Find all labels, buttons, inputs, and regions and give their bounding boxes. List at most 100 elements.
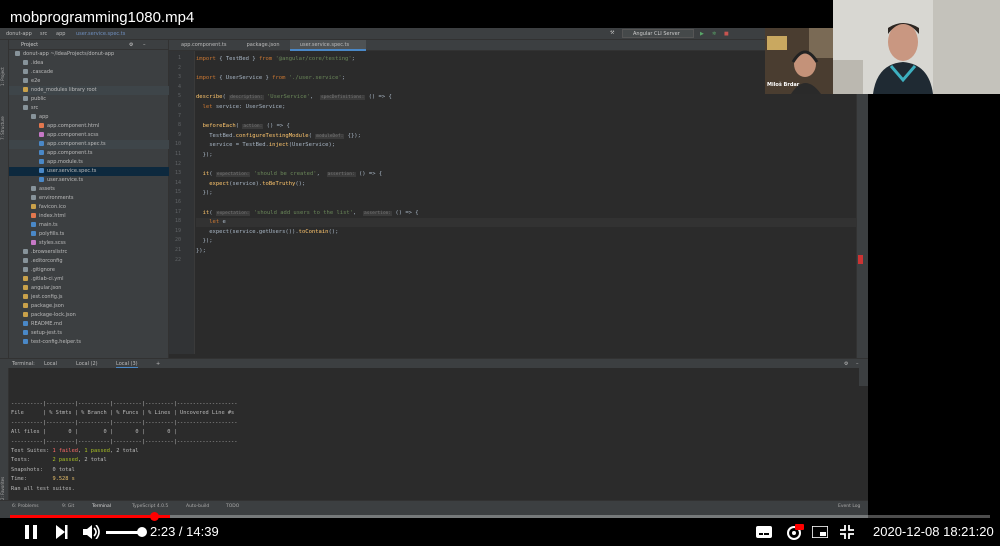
pause-icon[interactable]: [24, 525, 38, 539]
nav-file[interactable]: user.service.spec.ts: [76, 31, 125, 37]
gear-icon[interactable]: ⚙: [129, 42, 133, 48]
favorites-tool-tab[interactable]: 2: Favorites: [0, 460, 9, 500]
code-line: });: [196, 248, 206, 254]
terminal-tab-local-2[interactable]: Local (2): [76, 361, 98, 367]
terminal-line: Test Suites: 1 failed, 1 passed, 2 total: [11, 448, 139, 454]
tree-item[interactable]: user.service.spec.ts: [9, 167, 169, 176]
file-icon: [23, 78, 28, 83]
code-line: });: [196, 190, 213, 197]
tree-item[interactable]: app.component.ts: [9, 149, 169, 158]
tree-item[interactable]: jest.config.js: [9, 293, 169, 302]
terminal-line: Tests: 2 passed, 2 total: [11, 457, 107, 464]
tree-item[interactable]: app.module.ts: [9, 158, 169, 167]
tree-item[interactable]: .cascade: [9, 68, 169, 77]
tree-item[interactable]: favicon.ico: [9, 203, 169, 212]
tree-item-label: favicon.ico: [39, 204, 66, 210]
subtitles-icon[interactable]: [756, 526, 772, 538]
file-icon: [31, 204, 36, 209]
tree-item-label: app.module.ts: [47, 159, 83, 165]
project-panel-header: Project ⚙ –: [9, 40, 169, 50]
line-number: 21: [174, 247, 181, 253]
tree-item[interactable]: setup-jest.ts: [9, 329, 169, 338]
miniplayer-icon[interactable]: [812, 526, 828, 538]
settings-icon[interactable]: [786, 524, 804, 540]
tree-item[interactable]: angular.json: [9, 284, 169, 293]
tree-item-label: e2e: [31, 78, 41, 84]
project-tool-tab[interactable]: 1: Project: [0, 46, 9, 86]
tree-item[interactable]: assets: [9, 185, 169, 194]
tree-item[interactable]: styles.scss: [9, 239, 169, 248]
stop-icon[interactable]: ■: [724, 31, 729, 37]
event-log-tab[interactable]: Event Log: [838, 504, 860, 509]
project-panel-title[interactable]: Project: [21, 42, 38, 48]
typescript-tab[interactable]: TypeScript 4.0.5: [132, 504, 168, 509]
tree-item[interactable]: user.service.ts: [9, 176, 169, 185]
structure-tool-tab[interactable]: 7: Structure: [0, 100, 9, 140]
build-icon[interactable]: ⚒: [610, 30, 614, 36]
tree-item[interactable]: public: [9, 95, 169, 104]
tree-item-label: app.component.ts: [47, 150, 93, 156]
terminal-tab[interactable]: Terminal: [92, 504, 111, 509]
tree-item[interactable]: main.ts: [9, 221, 169, 230]
video-time: 2:23 / 14:39: [150, 524, 219, 539]
tree-item[interactable]: app: [9, 113, 169, 122]
volume-icon[interactable]: [83, 525, 101, 539]
tree-item-label: main.ts: [39, 222, 58, 228]
tree-item[interactable]: README.md: [9, 320, 169, 329]
code-editor[interactable]: import { TestBed } from '@angular/core/t…: [196, 51, 856, 354]
tree-item[interactable]: app.component.spec.ts: [9, 140, 169, 149]
ide-toolbar: donut-app src app user.service.spec.ts ⚒…: [0, 28, 868, 40]
error-marker[interactable]: [858, 255, 863, 264]
terminal-output[interactable]: ----------|---------|----------|--------…: [9, 368, 859, 510]
exit-fullscreen-icon[interactable]: [840, 525, 854, 539]
git-tab[interactable]: 9: Git: [62, 504, 74, 509]
run-config-select[interactable]: Angular CLI Server: [622, 29, 694, 38]
todo-tab[interactable]: TODO: [226, 504, 239, 509]
tree-item[interactable]: e2e: [9, 77, 169, 86]
tree-item[interactable]: app.component.html: [9, 122, 169, 131]
tree-item[interactable]: index.html: [9, 212, 169, 221]
editor-tab[interactable]: user.service.spec.ts: [289, 40, 366, 51]
tree-item[interactable]: .browserslistrc: [9, 248, 169, 257]
tree-item[interactable]: polyfills.ts: [9, 230, 169, 239]
file-icon: [23, 267, 28, 272]
line-number: 15: [174, 189, 181, 196]
tree-item[interactable]: .gitlab-ci.yml: [9, 275, 169, 284]
tree-item[interactable]: package-lock.json: [9, 311, 169, 320]
nav-app[interactable]: app: [56, 31, 65, 37]
editor-tab[interactable]: app.component.ts: [171, 40, 235, 51]
nav-src[interactable]: src: [40, 31, 47, 37]
new-terminal-button[interactable]: +: [156, 361, 160, 367]
file-icon: [31, 186, 36, 191]
editor-tab[interactable]: package.json: [237, 40, 288, 51]
tree-item[interactable]: package.json: [9, 302, 169, 311]
file-icon: [23, 276, 28, 281]
nav-project[interactable]: donut-app: [6, 31, 32, 37]
terminal-tab-local[interactable]: Local: [44, 361, 57, 367]
tree-item[interactable]: src: [9, 104, 169, 113]
terminal-gear-icon[interactable]: ⚙: [844, 361, 848, 367]
debug-icon[interactable]: ✲: [712, 31, 716, 37]
next-icon[interactable]: [56, 525, 68, 539]
minimize-icon[interactable]: –: [143, 42, 146, 48]
terminal-minimize-icon[interactable]: –: [856, 361, 859, 367]
tree-item[interactable]: test-config.helper.ts: [9, 338, 169, 347]
file-icon: [31, 114, 36, 119]
tree-item[interactable]: app.component.scss: [9, 131, 169, 140]
tree-item[interactable]: donut-app ~/IdeaProjects/donut-app: [9, 50, 169, 59]
run-icon[interactable]: ▶: [700, 31, 704, 37]
code-line: TestBed.configureTestingModule( moduleDe…: [196, 132, 361, 139]
tree-item[interactable]: node_modules library root: [9, 86, 169, 95]
line-number: 14: [174, 179, 181, 186]
tree-item-label: app.component.spec.ts: [47, 141, 106, 147]
tree-item-label: .gitlab-ci.yml: [31, 276, 64, 282]
tree-item[interactable]: .idea: [9, 59, 169, 68]
tree-item[interactable]: .editorconfig: [9, 257, 169, 266]
autobuild-tab[interactable]: Auto-build: [186, 504, 209, 509]
volume-knob[interactable]: [137, 527, 147, 537]
file-icon: [39, 159, 44, 164]
problems-tab[interactable]: 6: Problems: [12, 504, 39, 509]
tree-item[interactable]: .gitignore: [9, 266, 169, 275]
tree-item[interactable]: environments: [9, 194, 169, 203]
tree-item-label: polyfills.ts: [39, 231, 65, 237]
